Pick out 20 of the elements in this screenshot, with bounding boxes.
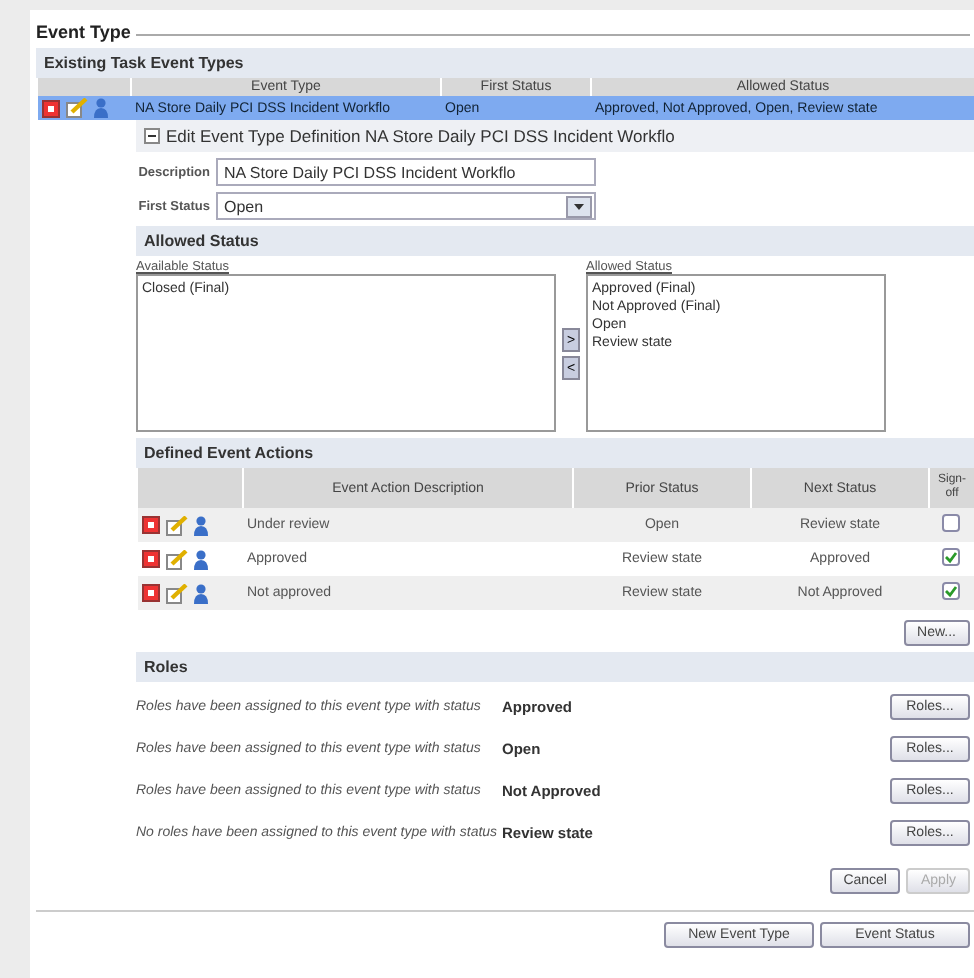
checkbox[interactable] bbox=[942, 548, 961, 566]
section-header: Roles bbox=[136, 652, 974, 682]
checkbox[interactable] bbox=[942, 514, 961, 532]
person-icon[interactable] bbox=[193, 583, 207, 603]
edit-icon[interactable] bbox=[165, 583, 187, 603]
section-header: Existing Task Event Types bbox=[36, 48, 974, 78]
edit-title: Edit Event Type Definition NA Store Daily PCI DSS Incident Workflo bbox=[166, 126, 675, 146]
person-icon[interactable] bbox=[193, 515, 207, 535]
edit-icon[interactable] bbox=[165, 549, 187, 569]
person-icon[interactable] bbox=[193, 549, 207, 569]
collapse-icon[interactable] bbox=[144, 128, 160, 144]
delete-icon[interactable] bbox=[41, 99, 59, 117]
description-field[interactable]: NA Store Daily PCI DSS Incident Workflo bbox=[216, 158, 596, 186]
edit-icon[interactable] bbox=[65, 98, 87, 118]
section-header: Allowed Status bbox=[136, 226, 974, 256]
section-title: Event Type bbox=[36, 22, 131, 42]
checkbox[interactable] bbox=[942, 582, 961, 600]
first-status-dropdown[interactable]: Open bbox=[216, 192, 596, 220]
section-header: Defined Event Actions bbox=[136, 438, 974, 468]
edit-icon[interactable] bbox=[165, 515, 187, 535]
